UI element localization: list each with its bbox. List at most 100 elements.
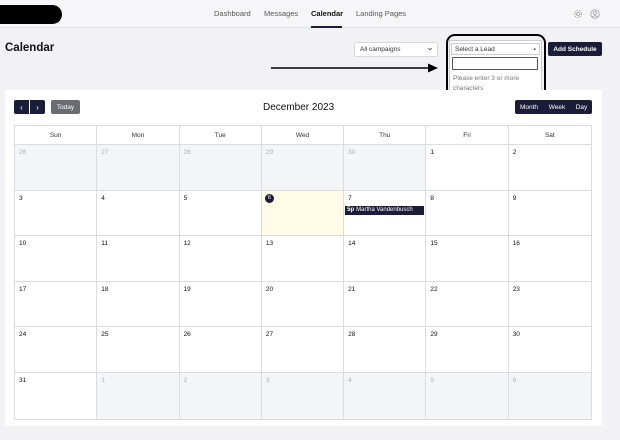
user-icon[interactable] — [589, 8, 600, 19]
day-cell[interactable]: 7 5p Martha Vandenbusch — [344, 190, 427, 236]
day-cell[interactable]: 26 — [15, 145, 98, 190]
chevron-down-icon — [427, 46, 433, 54]
day-number: 2 — [183, 376, 188, 384]
day-number: 18 — [101, 285, 109, 293]
day-number: 6 — [264, 193, 274, 203]
day-cell[interactable]: 12 — [180, 236, 262, 281]
weekday-sat: Sat — [544, 131, 555, 139]
day-cell[interactable]: 28 — [344, 327, 427, 372]
day-number: 11 — [101, 240, 109, 248]
day-number: 13 — [265, 240, 274, 248]
day-cell[interactable]: 9 — [509, 191, 591, 236]
event-time: 5p — [347, 206, 355, 213]
nav-dashboard[interactable]: Dashboard — [214, 9, 251, 18]
day-cell[interactable]: 18 — [97, 281, 180, 327]
day-number: 4 — [348, 376, 352, 384]
day-cell[interactable]: 23 — [509, 282, 591, 327]
day-number: 5 — [430, 376, 435, 384]
nav-landing-pages[interactable]: Landing Pages — [356, 9, 406, 18]
campaign-select[interactable]: All campaigns — [354, 42, 438, 57]
day-cell[interactable]: 16 — [509, 236, 591, 281]
day-cell[interactable]: 30 — [509, 327, 591, 372]
gear-icon[interactable] — [572, 8, 583, 19]
nav-calendar[interactable]: Calendar — [311, 9, 343, 18]
nav-messages[interactable]: Messages — [264, 9, 298, 18]
day-cell[interactable]: 21 — [344, 281, 427, 327]
day-number: 5 — [183, 194, 188, 202]
day-cell[interactable]: 5 — [180, 190, 262, 236]
day-number: 30 — [348, 149, 356, 156]
day-number: 4 — [101, 194, 105, 202]
day-cell[interactable]: 20 — [262, 281, 345, 327]
campaign-select-value: All campaigns — [360, 46, 401, 53]
day-cell[interactable]: 25 — [97, 327, 180, 372]
day-cell[interactable]: 22 — [426, 281, 509, 327]
prev-month-button[interactable]: ‹ — [14, 100, 29, 114]
day-cell[interactable]: 30 — [344, 145, 427, 190]
highlight-outline — [446, 34, 546, 98]
day-number: 24 — [19, 331, 27, 339]
week-row: 3 4 5 6 7 5p Martha Vandenbusch 8 9 — [15, 190, 591, 237]
week-row: 17 18 19 20 21 22 23 — [15, 281, 591, 328]
day-number: 7 — [348, 194, 352, 202]
day-cell[interactable]: 2 — [179, 372, 262, 419]
day-cell[interactable]: 5 — [426, 372, 509, 419]
day-cell[interactable]: 8 — [426, 190, 509, 236]
day-cell[interactable]: 11 — [97, 236, 180, 281]
today-button[interactable]: Today — [51, 100, 80, 114]
week-row: 26 27 28 29 30 1 2 — [15, 145, 591, 191]
active-tab-indicator — [311, 26, 342, 28]
day-cell[interactable]: 14 — [344, 236, 427, 281]
day-cell[interactable]: 4 — [97, 190, 180, 236]
day-cell[interactable]: 29 — [261, 145, 345, 190]
day-number: 19 — [183, 285, 191, 293]
calendar-weeks: 26 27 28 29 30 1 2 3 4 5 6 7 5p Martha Vandenbusch 8 9 1… — [15, 145, 591, 419]
day-number: 1 — [101, 376, 105, 384]
weekday-mon: Mon — [97, 126, 180, 144]
day-cell[interactable]: 3 — [15, 190, 98, 236]
day-cell[interactable]: 3 — [261, 372, 345, 419]
view-month-button[interactable]: Month — [515, 100, 543, 114]
day-cell[interactable]: 6 — [508, 372, 591, 419]
day-cell[interactable]: 2 — [509, 145, 591, 190]
day-cell[interactable]: 27 — [97, 145, 180, 190]
weekday-header: Sun Mon Tue Wed Thu Fri Sat — [15, 126, 591, 145]
day-number: 29 — [265, 149, 274, 156]
day-cell[interactable]: 1 — [426, 145, 509, 190]
day-cell[interactable]: 10 — [15, 236, 98, 281]
view-day-button[interactable]: Day — [571, 100, 592, 114]
day-cell-today[interactable]: 6 — [261, 190, 345, 236]
top-nav: Dashboard Messages Calendar Landing Page… — [0, 0, 620, 28]
day-cell[interactable]: 26 — [180, 327, 262, 372]
add-schedule-button[interactable]: Add Schedule — [548, 42, 602, 56]
day-cell[interactable]: 28 — [179, 145, 262, 190]
day-cell[interactable]: 4 — [344, 372, 427, 419]
weekday-fri: Fri — [426, 126, 509, 144]
day-number: 3 — [265, 376, 270, 384]
day-cell[interactable]: 13 — [262, 236, 345, 281]
day-number: 9 — [512, 194, 517, 202]
week-row: 24 25 26 27 28 29 30 — [15, 327, 591, 373]
redacted-logo — [0, 5, 62, 24]
day-cell[interactable]: 24 — [15, 327, 98, 372]
annotation-arrow-icon — [271, 63, 438, 73]
day-cell[interactable]: 19 — [180, 281, 262, 327]
day-cell[interactable]: 31 — [15, 372, 98, 419]
day-cell[interactable]: 1 — [97, 372, 180, 419]
day-number: 28 — [183, 149, 191, 156]
day-number: 2 — [512, 149, 517, 156]
day-cell[interactable]: 27 — [262, 327, 345, 372]
weekday-thu: Thu — [344, 126, 427, 144]
day-number: 14 — [348, 240, 356, 248]
day-cell[interactable]: 29 — [426, 327, 509, 372]
day-number: 27 — [101, 149, 109, 156]
day-number: 8 — [430, 194, 435, 202]
view-week-button[interactable]: Week — [543, 100, 571, 114]
day-cell[interactable]: 15 — [426, 236, 509, 281]
day-number: 28 — [348, 331, 356, 339]
next-month-button[interactable]: › — [30, 100, 45, 114]
calendar-event[interactable]: 5p Martha Vandenbusch — [345, 205, 425, 215]
day-number: 1 — [430, 149, 435, 156]
view-switcher: Month Week Day — [515, 100, 592, 114]
day-cell[interactable]: 17 — [15, 281, 98, 327]
